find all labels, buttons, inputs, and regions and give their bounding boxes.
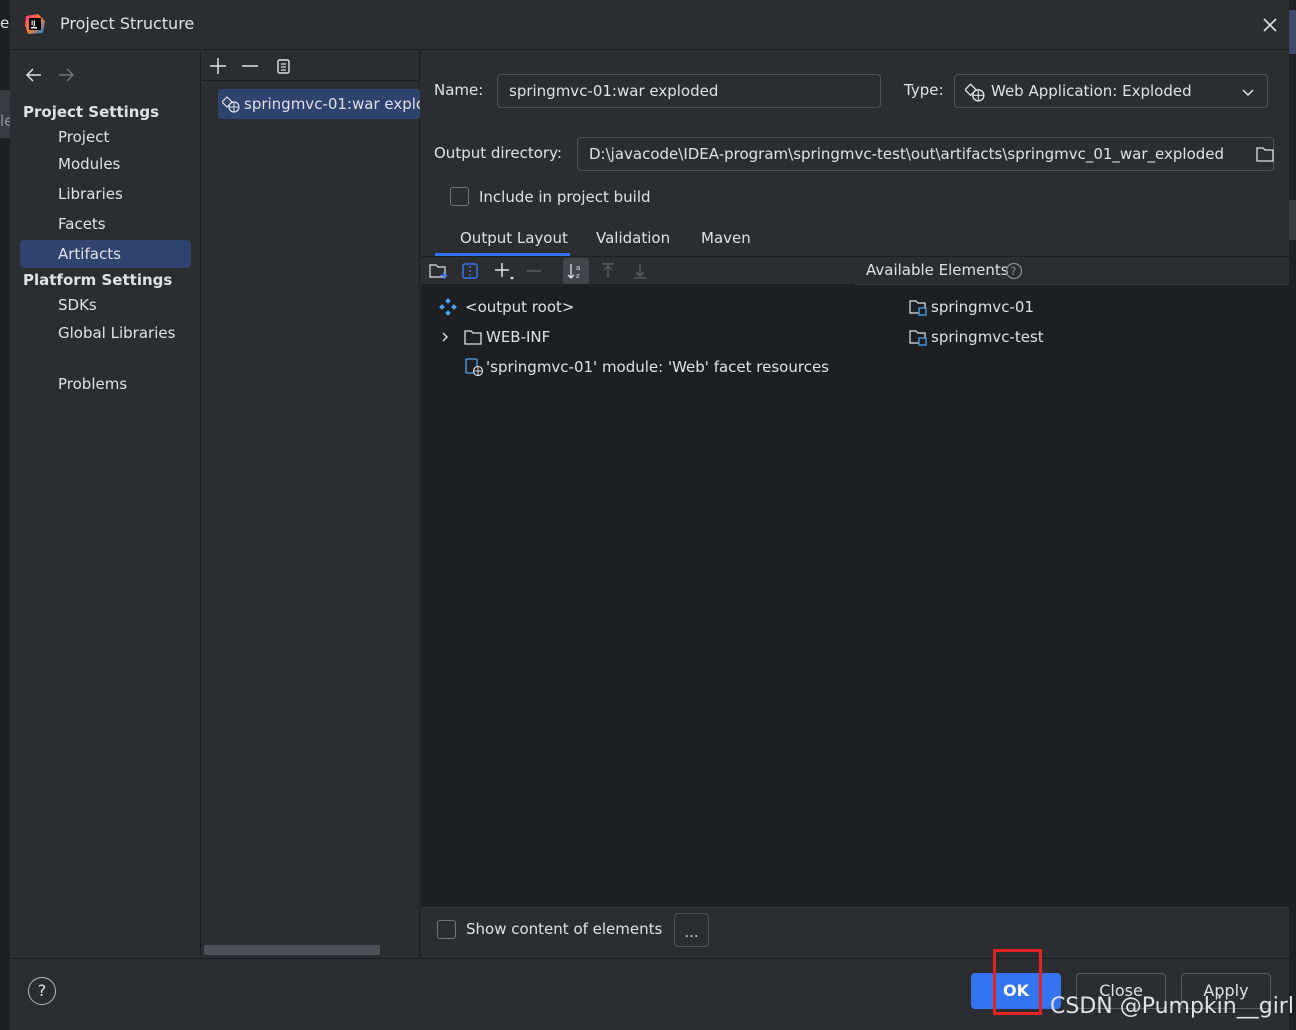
sidebar-item-sdks[interactable]: SDKs bbox=[20, 291, 191, 319]
sidebar-item-facets[interactable]: Facets bbox=[20, 210, 191, 238]
chevron-down-icon bbox=[1242, 89, 1254, 97]
artifact-details-panel: Name: springmvc-01:war exploded Type: We… bbox=[421, 51, 1289, 957]
available-elements-pane: Available Elements ? springmvc-01 spring… bbox=[855, 257, 1289, 907]
intellij-logo-icon: IJ bbox=[25, 14, 45, 34]
forward-arrow-icon[interactable] bbox=[56, 67, 76, 83]
sidebar-item-global-libraries[interactable]: Global Libraries bbox=[20, 319, 191, 347]
available-item-springmvc-test[interactable]: springmvc-test bbox=[909, 324, 1044, 350]
output-root-icon bbox=[439, 298, 457, 316]
name-label: Name: bbox=[434, 81, 484, 99]
svg-text:z: z bbox=[576, 272, 580, 280]
available-item-label: springmvc-01 bbox=[931, 298, 1034, 316]
available-item-springmvc-01[interactable]: springmvc-01 bbox=[909, 294, 1034, 320]
artifact-name: springmvc-01:war exploded bbox=[244, 95, 420, 113]
help-button[interactable]: ? bbox=[28, 977, 56, 1005]
move-down-icon[interactable] bbox=[631, 262, 649, 280]
sidebar-item-problems[interactable]: Problems bbox=[20, 370, 191, 398]
annotation-highlight-box bbox=[993, 949, 1042, 1015]
svg-text:a: a bbox=[576, 264, 580, 272]
available-elements-header: Available Elements ? bbox=[855, 257, 1289, 285]
close-icon[interactable] bbox=[1259, 14, 1281, 36]
output-directory-field[interactable]: D:\javacode\IDEA-program\springmvc-test\… bbox=[577, 137, 1274, 171]
help-icon[interactable]: ? bbox=[1005, 262, 1023, 280]
artifacts-toolbar bbox=[202, 51, 420, 81]
name-field[interactable]: springmvc-01:war exploded bbox=[497, 74, 881, 108]
chevron-right-icon[interactable] bbox=[439, 331, 451, 343]
module-folder-icon bbox=[909, 330, 927, 346]
available-elements-heading: Available Elements bbox=[866, 261, 1009, 279]
create-archive-icon[interactable] bbox=[461, 262, 479, 280]
output-layout-toolbar: a z bbox=[421, 257, 855, 285]
output-layout-pane: a z <output root> WEB-INF 'springmvc-01'… bbox=[421, 257, 855, 907]
dialog-title: Project Structure bbox=[60, 14, 195, 33]
sidebar-item-artifacts[interactable]: Artifacts bbox=[20, 240, 191, 268]
back-arrow-icon[interactable] bbox=[24, 67, 44, 83]
tree-label: WEB-INF bbox=[486, 328, 551, 346]
platform-settings-heading: Platform Settings bbox=[23, 271, 173, 289]
svg-text:?: ? bbox=[1011, 265, 1017, 278]
type-label: Type: bbox=[904, 81, 944, 99]
artifact-list-item[interactable]: springmvc-01:war exploded bbox=[218, 89, 420, 119]
background-tab-bar bbox=[1289, 10, 1296, 54]
remove-icon[interactable] bbox=[240, 56, 260, 76]
tree-label: 'springmvc-01' module: 'Web' facet resou… bbox=[486, 358, 829, 376]
web-app-icon bbox=[965, 83, 985, 102]
sidebar-item-project[interactable]: Project bbox=[20, 123, 191, 151]
folder-icon bbox=[464, 330, 482, 345]
folder-browse-icon[interactable] bbox=[1255, 145, 1275, 163]
add-icon[interactable] bbox=[208, 56, 228, 76]
copy-icon[interactable] bbox=[274, 56, 294, 76]
available-item-label: springmvc-test bbox=[931, 328, 1044, 346]
watermark-text: CSDN @Pumpkin__girl bbox=[1050, 994, 1294, 1019]
background-edge-text: e bbox=[0, 14, 10, 32]
type-dropdown[interactable]: Web Application: Exploded bbox=[954, 74, 1268, 108]
tab-output-layout[interactable]: Output Layout bbox=[460, 229, 568, 247]
type-value: Web Application: Exploded bbox=[991, 82, 1192, 100]
tree-item-web-facet[interactable]: 'springmvc-01' module: 'Web' facet resou… bbox=[465, 354, 829, 380]
web-facet-icon bbox=[465, 358, 483, 376]
horizontal-scrollbar[interactable] bbox=[204, 945, 380, 955]
move-up-icon[interactable] bbox=[599, 262, 617, 280]
svg-text:IJ: IJ bbox=[31, 20, 35, 27]
show-content-label: Show content of elements bbox=[466, 920, 663, 938]
background-window-edge-left: e le bbox=[0, 0, 13, 1030]
new-folder-icon[interactable] bbox=[429, 262, 449, 280]
settings-sidebar: Project Settings Project Modules Librari… bbox=[10, 51, 201, 957]
sort-alphabetically-icon[interactable]: a z bbox=[567, 262, 585, 280]
project-structure-dialog: IJ Project Structure Project Settings Pr… bbox=[10, 0, 1289, 1024]
tree-label: <output root> bbox=[465, 298, 575, 316]
tree-item-web-inf[interactable]: WEB-INF bbox=[439, 324, 550, 350]
output-directory-label: Output directory: bbox=[434, 144, 562, 162]
ellipsis-button[interactable]: ... bbox=[674, 913, 709, 947]
tab-validation[interactable]: Validation bbox=[596, 229, 670, 247]
artifacts-list-panel: springmvc-01:war exploded bbox=[202, 51, 420, 957]
title-bar: IJ Project Structure bbox=[10, 0, 1289, 50]
remove-element-icon[interactable] bbox=[525, 262, 543, 280]
tree-item-output-root[interactable]: <output root> bbox=[439, 294, 574, 320]
tab-maven[interactable]: Maven bbox=[701, 229, 751, 247]
module-folder-icon bbox=[909, 300, 927, 316]
background-scrollbar bbox=[1289, 200, 1296, 240]
include-in-build-label: Include in project build bbox=[479, 188, 651, 206]
sidebar-item-modules[interactable]: Modules bbox=[20, 150, 191, 178]
sidebar-item-libraries[interactable]: Libraries bbox=[20, 180, 191, 208]
background-window-edge-right bbox=[1289, 0, 1296, 1030]
include-in-build-checkbox[interactable] bbox=[450, 187, 469, 206]
project-settings-heading: Project Settings bbox=[23, 103, 160, 121]
web-artifact-icon bbox=[222, 96, 240, 113]
show-content-checkbox[interactable] bbox=[437, 920, 456, 939]
add-copy-icon[interactable] bbox=[493, 261, 515, 281]
